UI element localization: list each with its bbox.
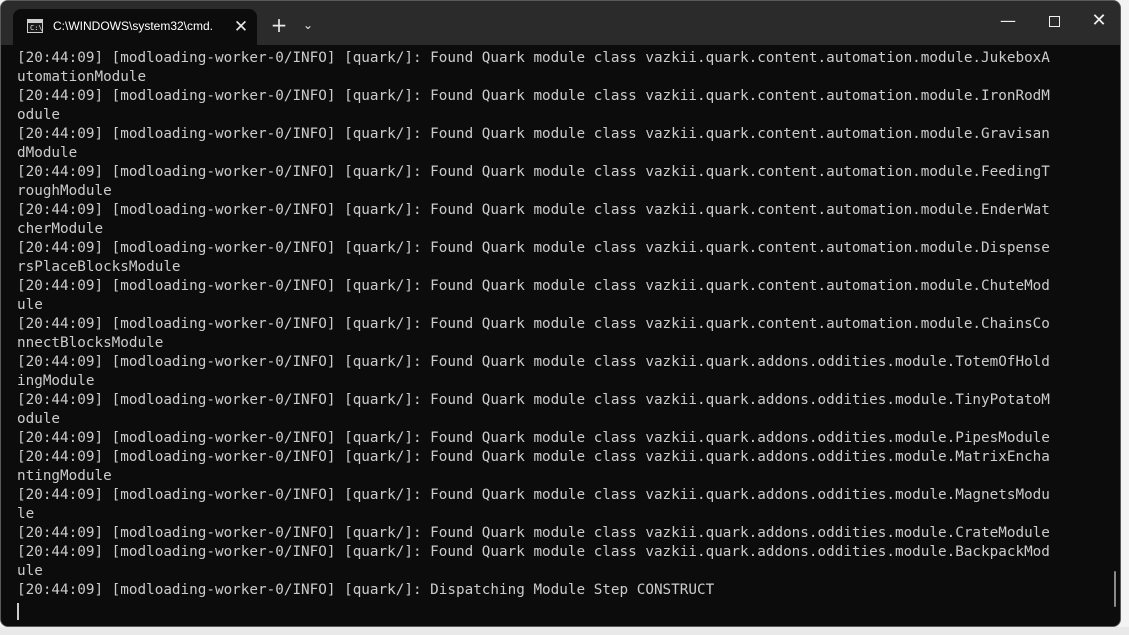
console-line: ntingModule xyxy=(17,468,112,484)
title-bar[interactable]: C:\ C:\WINDOWS\system32\cmd. ✕ + ⌄ — ✕ xyxy=(1,1,1120,45)
terminal-window: C:\ C:\WINDOWS\system32\cmd. ✕ + ⌄ — ✕ [… xyxy=(0,0,1121,627)
console-line: [20:44:09] [modloading-worker-0/INFO] [q… xyxy=(17,582,715,598)
console-line: odule xyxy=(17,411,61,427)
console-line: roughModule xyxy=(17,183,112,199)
cmd-icon-text: C:\ xyxy=(30,24,43,32)
cmd-icon: C:\ xyxy=(27,19,43,33)
new-tab-button[interactable]: + xyxy=(267,13,291,37)
console-output-area[interactable]: [20:44:09] [modloading-worker-0/INFO] [q… xyxy=(1,45,1120,626)
console-line: [20:44:09] [modloading-worker-0/INFO] [q… xyxy=(17,449,1050,465)
console-line: cherModule xyxy=(17,221,104,237)
tab-cmd[interactable]: C:\ C:\WINDOWS\system32\cmd. ✕ xyxy=(13,9,257,45)
console-line: dModule xyxy=(17,145,78,161)
minimize-button[interactable]: — xyxy=(985,1,1031,41)
console-line: [20:44:09] [modloading-worker-0/INFO] [q… xyxy=(17,88,1050,104)
console-line: [20:44:09] [modloading-worker-0/INFO] [q… xyxy=(17,544,1050,560)
chevron-down-icon[interactable]: ⌄ xyxy=(297,13,319,37)
console-line: [20:44:09] [modloading-worker-0/INFO] [q… xyxy=(17,525,1050,541)
close-tab-icon[interactable]: ✕ xyxy=(231,17,251,37)
scrollbar-thumb[interactable] xyxy=(1114,571,1116,607)
console-line: [20:44:09] [modloading-worker-0/INFO] [q… xyxy=(17,354,1050,370)
console-line: [20:44:09] [modloading-worker-0/INFO] [q… xyxy=(17,278,1050,294)
console-line: rsPlaceBlocksModule xyxy=(17,259,181,275)
console-line: le xyxy=(17,506,35,522)
console-line: ule xyxy=(17,563,43,579)
console-line: [20:44:09] [modloading-worker-0/INFO] [q… xyxy=(17,126,1050,142)
close-window-button[interactable]: ✕ xyxy=(1076,1,1120,41)
console-line: [20:44:09] [modloading-worker-0/INFO] [q… xyxy=(17,164,1050,180)
console-line: [20:44:09] [modloading-worker-0/INFO] [q… xyxy=(17,50,1050,66)
console-line: utomationModule xyxy=(17,69,147,85)
console-line: [20:44:09] [modloading-worker-0/INFO] [q… xyxy=(17,202,1050,218)
tab-title: C:\WINDOWS\system32\cmd. xyxy=(53,19,214,33)
console-line: ingModule xyxy=(17,373,95,389)
maximize-icon xyxy=(1048,16,1060,27)
text-cursor xyxy=(17,603,19,620)
console-line: [20:44:09] [modloading-worker-0/INFO] [q… xyxy=(17,487,1050,503)
console-text: [20:44:09] [modloading-worker-0/INFO] [q… xyxy=(17,49,1107,600)
console-line: [20:44:09] [modloading-worker-0/INFO] [q… xyxy=(17,240,1050,256)
console-line: ule xyxy=(17,297,43,313)
console-line: nnectBlocksModule xyxy=(17,335,164,351)
console-line: odule xyxy=(17,107,61,123)
console-line: [20:44:09] [modloading-worker-0/INFO] [q… xyxy=(17,430,1050,446)
maximize-button[interactable] xyxy=(1031,1,1077,41)
console-line: [20:44:09] [modloading-worker-0/INFO] [q… xyxy=(17,392,1050,408)
console-line: [20:44:09] [modloading-worker-0/INFO] [q… xyxy=(17,316,1050,332)
background-window-edge xyxy=(0,627,1129,635)
